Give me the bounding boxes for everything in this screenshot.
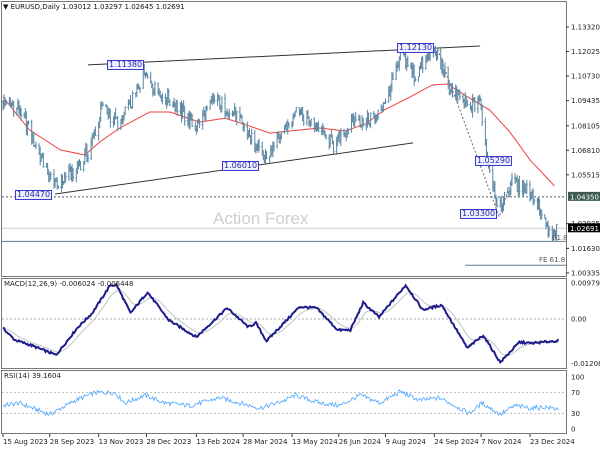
x-tick-label: 13 May 2024 bbox=[292, 438, 338, 446]
macd-main-line bbox=[2, 283, 559, 364]
watermark: Action Forex bbox=[213, 209, 309, 228]
rsi-tick-label: 100 bbox=[571, 374, 584, 382]
y-tick-label: 1.12025 bbox=[571, 48, 600, 56]
rsi-line bbox=[2, 389, 559, 417]
y-tick-label: 1.00335 bbox=[571, 269, 600, 277]
rsi-panel-frame bbox=[1, 370, 567, 434]
rsi-tick-label: 0 bbox=[571, 426, 575, 434]
fib-level-label: 61.8 bbox=[552, 234, 568, 242]
macd-title: MACD(12,26,9) -0.006024 -0.006448 bbox=[4, 280, 134, 288]
last-price-tag: 1.02691 bbox=[570, 225, 599, 233]
macd-tick-label: 0.009795 bbox=[571, 279, 600, 287]
macd-tick-label: 0.00 bbox=[571, 316, 587, 324]
x-tick-label: 26 Jun 2024 bbox=[339, 438, 382, 446]
y-tick-label: 1.13320 bbox=[571, 24, 600, 32]
y-tick-label: 1.10730 bbox=[571, 73, 600, 81]
x-tick-label: 13 Feb 2024 bbox=[196, 438, 240, 446]
y-tick-label: 1.01630 bbox=[571, 245, 600, 253]
y-tick-label: 1.06810 bbox=[571, 147, 600, 155]
x-tick-label: 28 Sep 2023 bbox=[50, 438, 94, 446]
y-tick-label: 1.09435 bbox=[571, 97, 600, 105]
price-label-high-1: 1.11380 bbox=[107, 60, 145, 70]
macd-tick-label: -0.012081 bbox=[571, 360, 600, 368]
main-panel-frame bbox=[1, 1, 567, 277]
price-label-low-3: 1.03300 bbox=[460, 209, 498, 219]
price-label-low-1: 1.04470 bbox=[15, 190, 53, 200]
price-label-high-3: 1.05290 bbox=[475, 156, 513, 166]
y-tick-label: 1.08105 bbox=[571, 122, 600, 130]
rsi-tick-label: 70 bbox=[571, 389, 580, 397]
rsi-title: RSI(14) 39.1604 bbox=[4, 372, 61, 380]
chart-header: ▼ EURUSD,Daily 1.03012 1.03297 1.02645 1… bbox=[3, 3, 185, 11]
symbol-label: EURUSD,Daily bbox=[10, 3, 60, 11]
fe-level-label: FE 61.8 bbox=[539, 256, 566, 264]
ohlc-values: 1.03012 1.03297 1.02645 1.02691 bbox=[62, 3, 185, 11]
x-tick-label: 15 Aug 2023 bbox=[3, 438, 48, 446]
triangle-down-icon[interactable]: ▼ bbox=[3, 3, 8, 11]
x-tick-label: 28 Dec 2023 bbox=[146, 438, 191, 446]
x-tick-label: 9 Aug 2024 bbox=[386, 438, 427, 446]
price-label-high-2: 1.12130 bbox=[397, 43, 435, 53]
x-tick-label: 24 Sep 2024 bbox=[434, 438, 479, 446]
x-tick-label: 7 Nov 2024 bbox=[481, 438, 522, 446]
macd-signal-line bbox=[2, 289, 559, 356]
x-tick-label: 13 Nov 2023 bbox=[99, 438, 144, 446]
x-tick-label: 28 Mar 2024 bbox=[243, 438, 288, 446]
level-price-tag: 1.04350 bbox=[570, 193, 599, 201]
y-tick-label: 1.05515 bbox=[571, 171, 600, 179]
moving-average-line bbox=[2, 83, 555, 187]
rsi-tick-label: 30 bbox=[571, 410, 580, 418]
projection-line bbox=[437, 49, 513, 219]
x-tick-label: 23 Dec 2024 bbox=[530, 438, 575, 446]
price-label-low-2: 1.06010 bbox=[222, 161, 260, 171]
